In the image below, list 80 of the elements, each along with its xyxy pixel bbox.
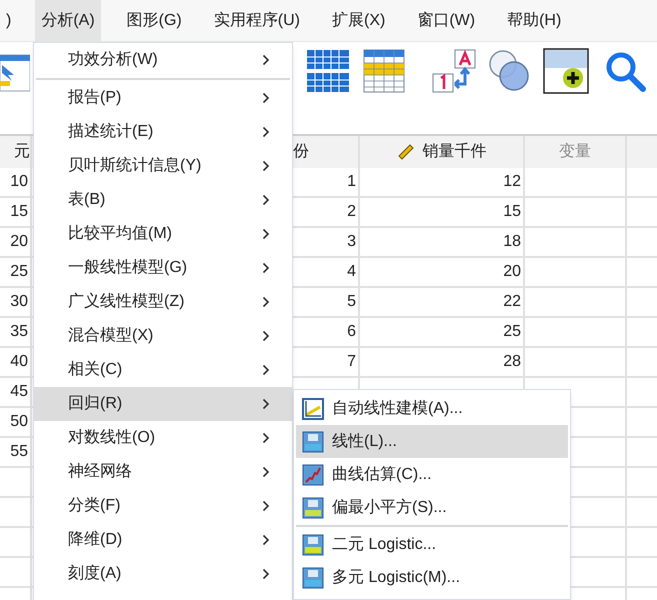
menu-item[interactable]: 降维(D) <box>34 523 292 557</box>
menu-item[interactable]: 相关(C) <box>34 353 292 387</box>
menu-item[interactable]: 线性(L)... <box>296 425 568 458</box>
chevron-right-icon <box>262 330 270 342</box>
table-cell-text: 10 <box>10 172 28 192</box>
table-cell-text: 4 <box>347 262 356 282</box>
chevron-right-icon <box>262 534 270 546</box>
menu-bar-item[interactable]: 图形(G) <box>120 0 188 42</box>
table-cell-text: 15 <box>10 202 28 222</box>
chevron-right-icon <box>262 568 270 580</box>
column-header: 元 <box>14 142 30 162</box>
table-cell-text: 40 <box>10 352 28 372</box>
chevron-right-icon <box>262 126 270 138</box>
table-cell-text: 1 <box>347 172 356 192</box>
table-cell-text: 20 <box>503 262 521 282</box>
table-cell-text: 25 <box>503 322 521 342</box>
menu-item[interactable]: 对数线性(O) <box>34 421 292 455</box>
add-image-icon[interactable] <box>543 48 589 94</box>
menu-bar-item[interactable]: 窗口(W) <box>411 0 482 42</box>
menu-bar-item[interactable]: 帮助(H) <box>501 0 568 42</box>
table-cell-text: 25 <box>10 262 28 282</box>
menu-item[interactable]: 回归(R) <box>34 387 292 421</box>
chevron-right-icon <box>262 92 270 104</box>
regression-icon <box>302 496 324 518</box>
menu-item[interactable]: 描述统计(E) <box>34 115 292 149</box>
menu-item[interactable]: 功效分析(W) <box>34 43 292 77</box>
chevron-right-icon <box>262 296 270 308</box>
menu-item[interactable]: 混合模型(X) <box>34 319 292 353</box>
menu-bar-item[interactable]: 分析(A) <box>35 0 101 42</box>
regression-icon <box>302 430 324 452</box>
venn-icon[interactable] <box>487 49 531 93</box>
chevron-right-icon <box>262 160 270 172</box>
table-cell-text: 30 <box>10 292 28 312</box>
curve-chart-icon <box>302 464 324 486</box>
column-header: 变量 <box>559 142 591 162</box>
menu-item[interactable]: 报告(P) <box>34 81 292 115</box>
menu-bar-item[interactable]: 实用程序(U) <box>208 0 306 42</box>
regression-icon <box>302 534 324 556</box>
sort-icon[interactable] <box>431 48 477 94</box>
chevron-right-icon <box>262 500 270 512</box>
table-cell-text: 45 <box>10 382 28 402</box>
menu-bar-item[interactable]: 扩展(X) <box>326 0 392 42</box>
column-header: 份 <box>293 142 309 162</box>
ruler-icon <box>396 143 414 161</box>
chevron-right-icon <box>262 262 270 274</box>
line-chart-icon <box>302 398 324 420</box>
chevron-right-icon <box>262 364 270 376</box>
menu-item[interactable]: 表(B) <box>34 183 292 217</box>
chevron-right-icon <box>262 194 270 206</box>
chevron-right-icon <box>262 398 270 410</box>
menu-item[interactable]: 神经网络 <box>34 455 292 489</box>
table-cell-text: 18 <box>503 232 521 252</box>
regression-icon <box>302 566 324 588</box>
chevron-right-icon <box>262 432 270 444</box>
chevron-right-icon <box>262 54 270 66</box>
menu-item[interactable]: 广义线性模型(Z) <box>34 285 292 319</box>
table-cell-text: 6 <box>347 322 356 342</box>
table-icon[interactable] <box>363 48 405 94</box>
split-table-icon[interactable] <box>305 48 351 94</box>
table-cell-text: 12 <box>503 172 521 192</box>
table-cell-text: 7 <box>347 352 356 372</box>
menu-item[interactable]: 分类(F) <box>34 489 292 523</box>
menu-item[interactable]: 比较平均值(M) <box>34 217 292 251</box>
table-cell-text: 3 <box>347 232 356 252</box>
table-cell-text: 20 <box>10 232 28 252</box>
column-header: 销量千件 <box>422 142 486 162</box>
chevron-right-icon <box>262 466 270 478</box>
menu-item[interactable]: 贝叶斯统计信息(Y) <box>34 149 292 183</box>
menu-item[interactable]: 刻度(A) <box>34 557 292 591</box>
table-cell-text: 35 <box>10 322 28 342</box>
table-cell-text: 55 <box>10 442 28 462</box>
table-cell-text: 5 <box>347 292 356 312</box>
table-cell-text: 50 <box>10 412 28 432</box>
chevron-right-icon <box>262 228 270 240</box>
table-cell-text: 28 <box>503 352 521 372</box>
table-cell-text: 22 <box>503 292 521 312</box>
menu-item[interactable]: 一般线性模型(G) <box>34 251 292 285</box>
table-cell-text: 2 <box>347 202 356 222</box>
menu-bar-item[interactable]: ) <box>0 0 18 42</box>
table-cell-text: 15 <box>503 202 521 222</box>
